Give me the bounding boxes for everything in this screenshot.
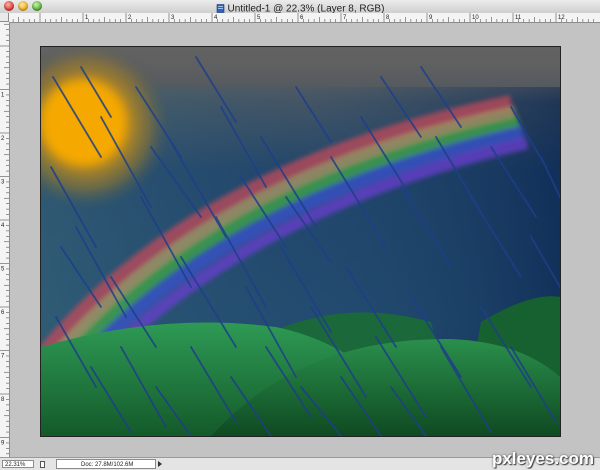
title-container: Untitled-1 @ 22.3% (Layer 8, RGB)	[0, 0, 600, 14]
horizontal-ruler-ticks: 1 2 3 4 5 6 7 8 9 10 11 12	[12, 13, 594, 22]
ruler-origin[interactable]	[0, 13, 9, 22]
sun	[41, 80, 125, 164]
document-info-icon[interactable]	[40, 461, 45, 468]
title-bar[interactable]: Untitled-1 @ 22.3% (Layer 8, RGB)	[0, 0, 600, 14]
ruler-label: 4	[1, 223, 5, 229]
watermark: pxleyes.com	[491, 449, 594, 468]
zoom-level-field[interactable]: 22.31%	[2, 460, 34, 468]
vertical-ruler-ticks: 1 2 3 4 5 6 7 8 9	[0, 23, 9, 455]
ruler-label: 12	[558, 15, 565, 21]
ruler-label: 5	[1, 267, 5, 273]
document-canvas[interactable]	[40, 46, 561, 437]
document-size-info[interactable]: Doc: 27.8M/102.6M	[56, 459, 156, 469]
ruler-label: 3	[1, 180, 5, 186]
ruler-label: 2	[1, 136, 5, 142]
horizontal-ruler[interactable]: 1 2 3 4 5 6 7 8 9 10 11 12	[9, 13, 600, 23]
ruler-label: 9	[1, 441, 5, 447]
ruler-label: 1	[1, 93, 5, 99]
ruler-label: 10	[472, 15, 479, 21]
ruler-label: 6	[1, 310, 5, 316]
canvas-area[interactable]	[10, 23, 600, 457]
ruler-label: 7	[1, 354, 5, 360]
photoshop-document-window: Untitled-1 @ 22.3% (Layer 8, RGB) 123456…	[0, 0, 600, 470]
vertical-ruler[interactable]: 1 2 3 4 5 6 7 8 9	[0, 22, 10, 457]
document-icon	[216, 4, 224, 14]
status-menu-arrow-icon[interactable]	[158, 461, 162, 467]
ruler-label: 8	[1, 397, 5, 403]
rainbow-artwork	[41, 47, 560, 436]
ruler-label: 11	[515, 15, 522, 21]
